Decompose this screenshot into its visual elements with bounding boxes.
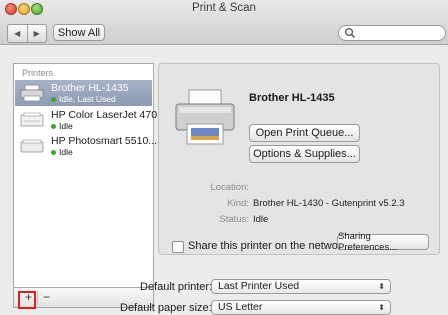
printer-details-panel: Brother HL-1435 Open Print Queue... Opti… (158, 63, 440, 255)
popup-arrows-icon: ⬍ (378, 282, 385, 291)
location-label: Location: (210, 182, 249, 193)
share-printer-label: Share this printer on the network (188, 240, 347, 252)
default-paper-size-value: US Letter (218, 301, 263, 313)
options-supplies-button[interactable]: Options & Supplies... (249, 145, 360, 163)
window-title: Print & Scan (192, 2, 256, 14)
default-printer-popup[interactable]: Last Printer Used ⬍ (211, 279, 391, 294)
printer-name: Brother HL-1435 (51, 82, 129, 94)
back-arrow-icon: ◀ (14, 29, 21, 38)
status-value: Idle (253, 214, 269, 225)
printer-icon (20, 112, 44, 127)
print-scan-window: Print & Scan ◀ ▶ Show All Printers Broth (0, 0, 448, 315)
default-paper-size-label: Default paper size: (120, 302, 212, 314)
printer-status: Idle (59, 147, 73, 157)
status-dot-icon (51, 97, 56, 102)
status-label: Status: (219, 214, 249, 225)
printer-name: HP Photosmart 5510... (51, 135, 158, 147)
kind-value: Brother HL-1430 - Gutenprint v5.2.3 (253, 198, 405, 209)
search-field[interactable] (338, 25, 446, 41)
highlight-box (18, 291, 36, 309)
default-printer-label: Default printer: (140, 281, 213, 293)
printer-list[interactable]: Printers Brother HL-1435 Idle, Last Used… (13, 63, 166, 288)
share-printer-checkbox[interactable] (172, 241, 184, 253)
status-dot-icon (51, 124, 56, 129)
default-printer-value: Last Printer Used (218, 280, 300, 292)
remove-printer-button[interactable]: − (37, 291, 55, 305)
printers-header: Printers (22, 68, 54, 78)
search-input[interactable] (357, 27, 441, 39)
printer-status: Idle (59, 121, 73, 131)
nav-button-group: ◀ ▶ (7, 24, 47, 43)
printer-item-brother[interactable]: Brother HL-1435 Idle, Last Used (15, 80, 152, 106)
printer-item-hp-color-laserjet[interactable]: HP Color LaserJet 470... Idle (15, 107, 166, 133)
content-area: Printers Brother HL-1435 Idle, Last Used… (0, 45, 448, 315)
title-bar: Print & Scan ◀ ▶ Show All (0, 0, 448, 45)
show-all-button[interactable]: Show All (53, 24, 105, 41)
selected-printer-title: Brother HL-1435 (249, 92, 335, 104)
printer-item-hp-photosmart[interactable]: HP Photosmart 5510... Idle (15, 133, 157, 159)
printer-large-icon (175, 89, 235, 145)
printer-icon (20, 84, 44, 102)
kind-label: Kind: (227, 198, 249, 209)
printer-name: HP Color LaserJet 470... (51, 109, 166, 121)
printer-status: Idle, Last Used (59, 94, 116, 104)
back-button[interactable]: ◀ (8, 25, 27, 42)
forward-arrow-icon: ▶ (33, 29, 40, 38)
sharing-preferences-button[interactable]: Sharing Preferences... (337, 231, 429, 253)
printer-icon (20, 139, 44, 153)
default-paper-size-popup[interactable]: US Letter ⬍ (211, 300, 391, 315)
open-print-queue-button[interactable]: Open Print Queue... (249, 124, 360, 142)
forward-button[interactable]: ▶ (26, 25, 47, 42)
search-icon (344, 27, 356, 39)
status-dot-icon (51, 150, 56, 155)
popup-arrows-icon: ⬍ (378, 303, 385, 312)
